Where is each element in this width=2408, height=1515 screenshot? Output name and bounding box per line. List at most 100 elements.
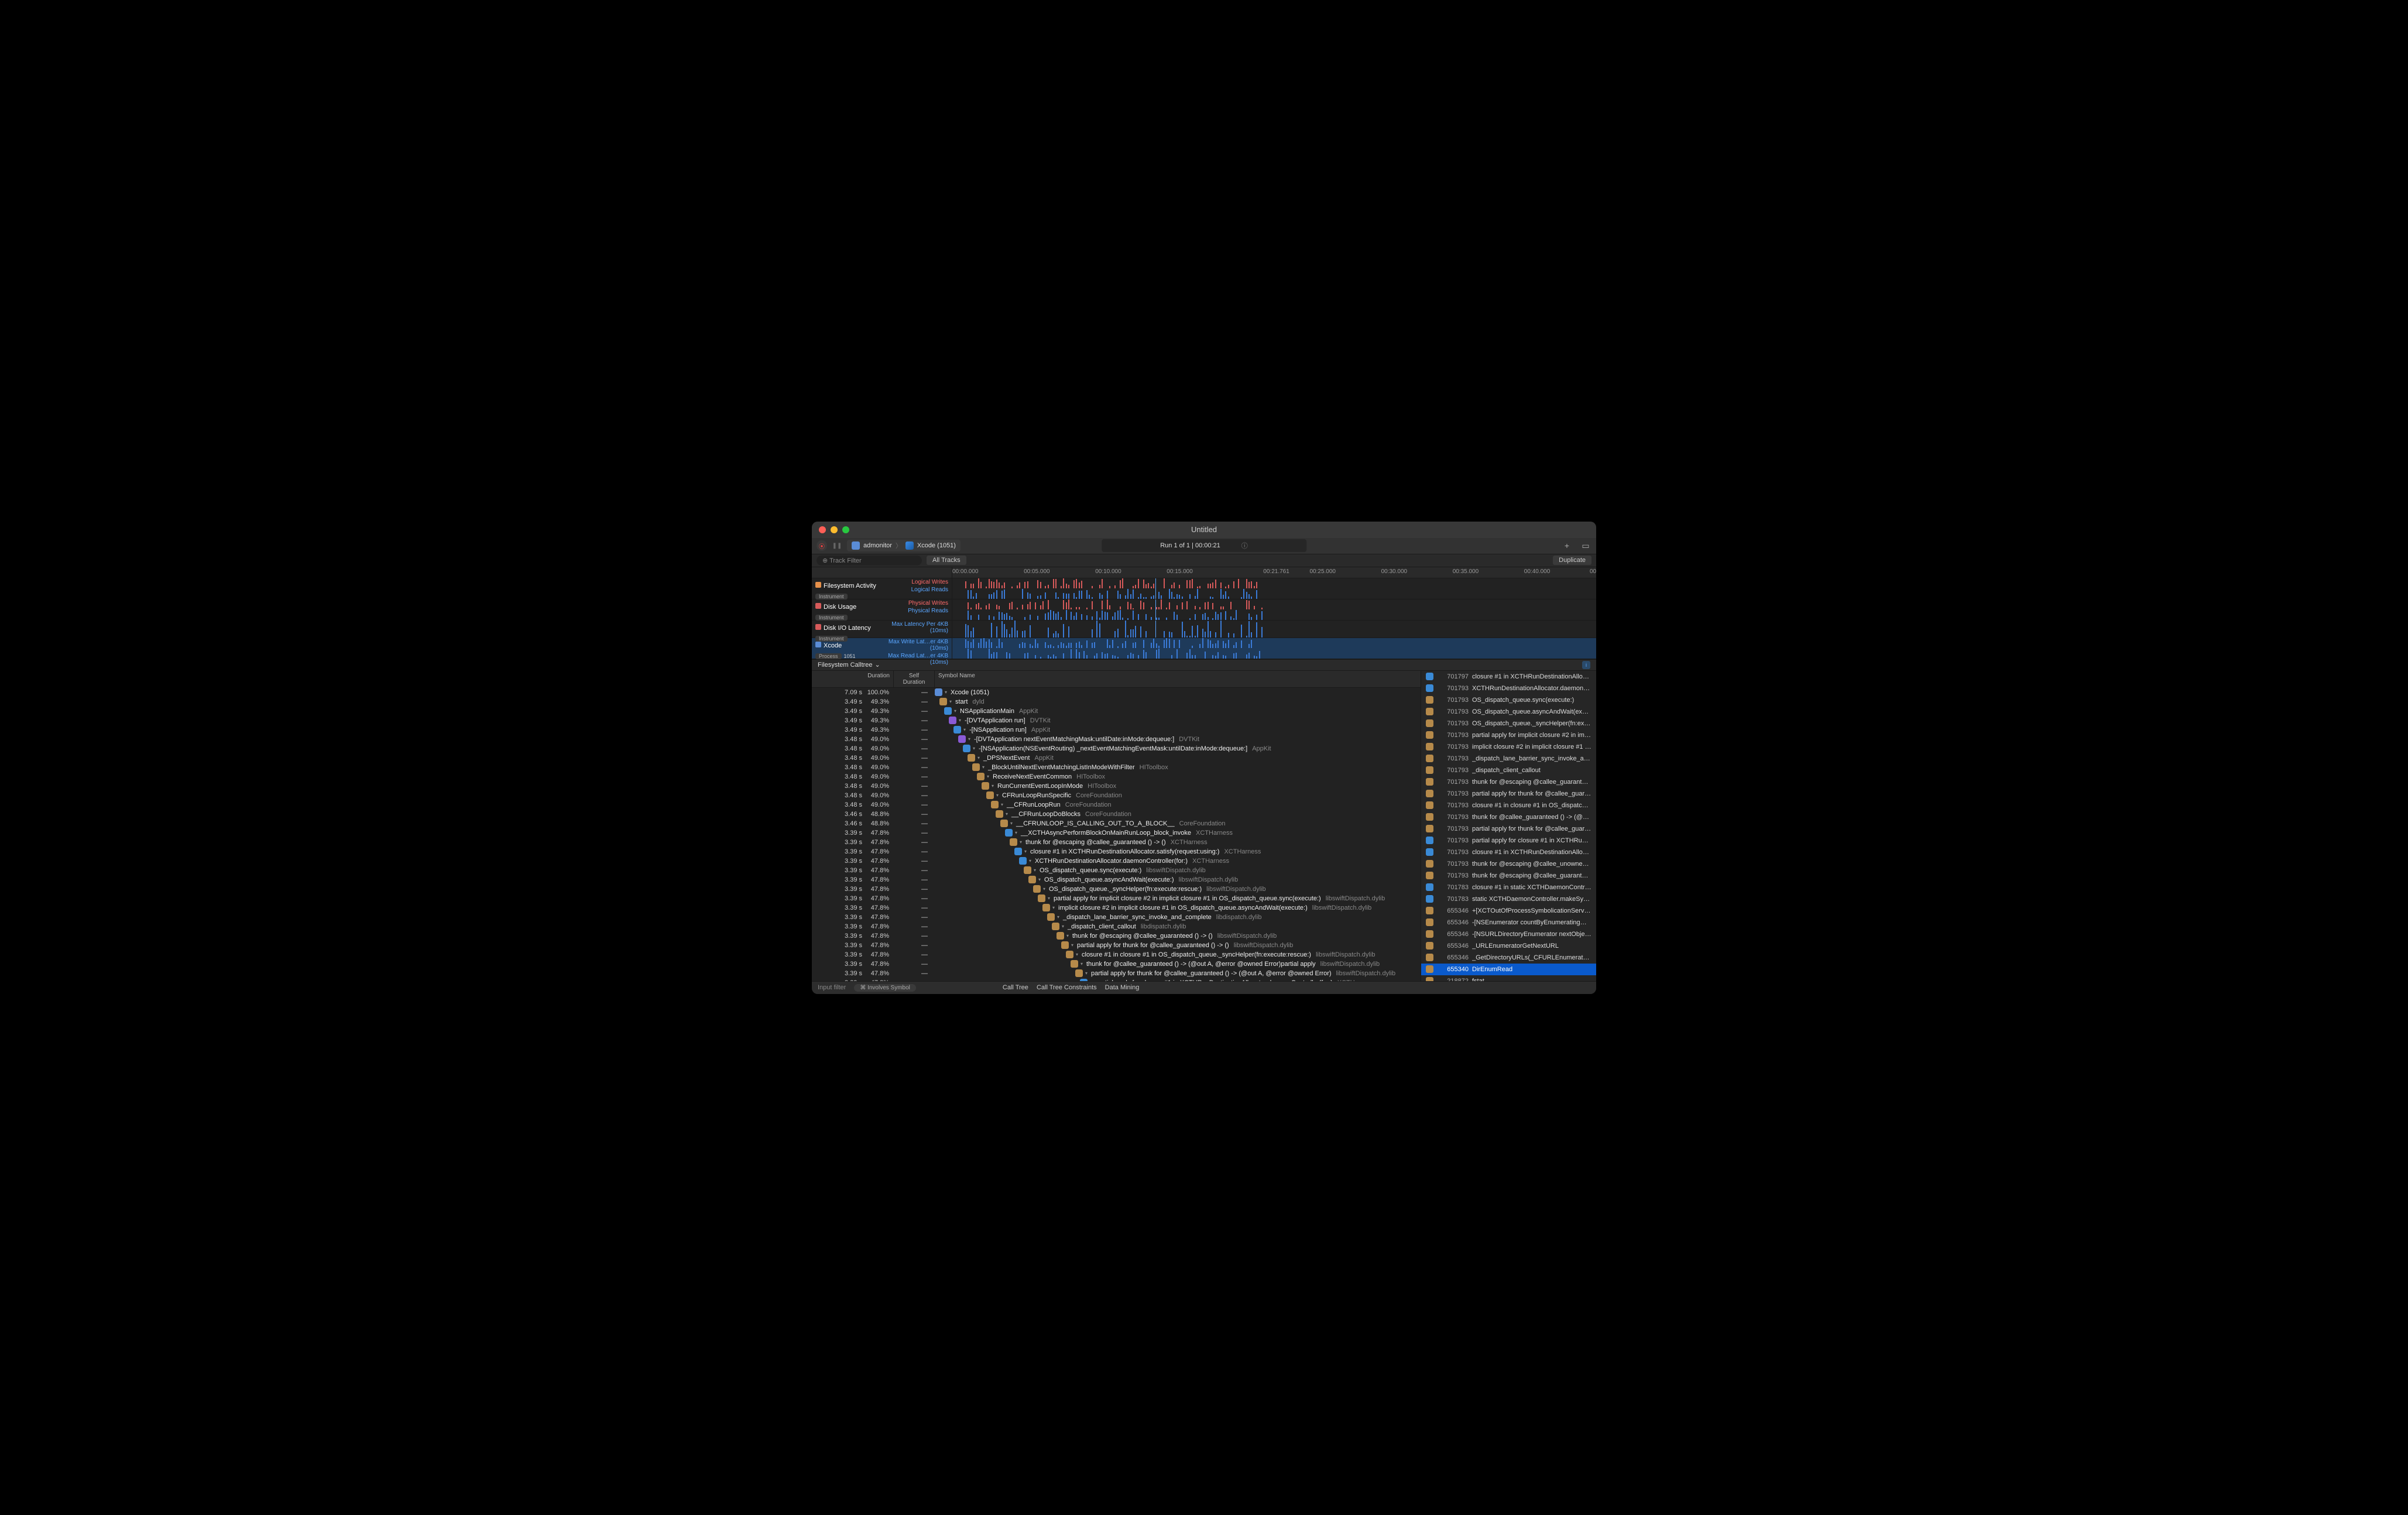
disclosure-triangle[interactable]: ▾ bbox=[1066, 933, 1072, 938]
heaviest-stack-row[interactable]: 701783 closure #1 in static XCTHDaemonCo… bbox=[1421, 882, 1596, 893]
col-self-duration[interactable]: Self Duration bbox=[894, 671, 935, 687]
heaviest-stack-row[interactable]: 655346 -[NSEnumerator countByEnumerating… bbox=[1421, 917, 1596, 928]
heaviest-stack-row[interactable]: 701793 XCTHRunDestinationAllocator.daemo… bbox=[1421, 683, 1596, 694]
col-symbol-name[interactable]: Symbol Name bbox=[935, 671, 1421, 687]
disclosure-triangle[interactable]: ▾ bbox=[1024, 849, 1030, 854]
minimize-button[interactable] bbox=[831, 526, 838, 533]
track-filter-input[interactable]: ⊕ Track Filter bbox=[817, 556, 922, 565]
calltree-row[interactable]: 3.48 s 49.0% — ▾ RunCurrentEventLoopInMo… bbox=[812, 782, 1421, 791]
disclosure-triangle[interactable]: ▾ bbox=[982, 765, 988, 770]
disclosure-triangle[interactable]: ▾ bbox=[996, 793, 1002, 798]
calltree-row[interactable]: 3.48 s 49.0% — ▾ -[DVTApplication nextEv… bbox=[812, 735, 1421, 744]
calltree-row[interactable]: 3.48 s 49.0% — ▾ -[NSApplication(NSEvent… bbox=[812, 744, 1421, 753]
disclosure-triangle[interactable]: ▾ bbox=[1048, 896, 1054, 901]
disclosure-triangle[interactable]: ▾ bbox=[1085, 971, 1091, 976]
disclosure-triangle[interactable]: ▾ bbox=[1020, 839, 1025, 845]
all-tracks-button[interactable]: All Tracks bbox=[927, 556, 966, 565]
calltree-row[interactable]: 3.39 s 47.8% — ▾ thunk for @escaping @ca… bbox=[812, 931, 1421, 941]
inspector-button[interactable]: i bbox=[1582, 661, 1590, 669]
calltree-row[interactable]: 3.48 s 49.0% — ▾ _DPSNextEvent AppKit bbox=[812, 753, 1421, 763]
call-tree-constraints-menu[interactable]: Call Tree Constraints bbox=[1037, 984, 1097, 991]
input-filter[interactable]: Input filter bbox=[818, 984, 846, 991]
run-info[interactable]: Run 1 of 1 | 00:00:21 ⓘ bbox=[1102, 539, 1306, 552]
heaviest-stack-row[interactable]: 701793 partial apply for thunk for @call… bbox=[1421, 788, 1596, 800]
track-filesystem-activity[interactable]: Filesystem ActivityInstrumentLogical Wri… bbox=[812, 578, 952, 599]
col-duration[interactable]: Duration bbox=[812, 671, 894, 687]
calltree-row[interactable]: 3.39 s 47.8% — ▾ partial apply for closu… bbox=[812, 978, 1421, 981]
involves-symbol-toggle[interactable]: ⌘ Involves Symbol bbox=[854, 984, 916, 992]
heaviest-stack-row[interactable]: 655340 DirEnumRead bbox=[1421, 964, 1596, 975]
heaviest-stack-row[interactable]: 701793 _dispatch_lane_barrier_sync_invok… bbox=[1421, 753, 1596, 765]
heaviest-stack-row[interactable]: 655346 +[XCTOutOfProcessSymbolicationSer… bbox=[1421, 905, 1596, 917]
disclosure-triangle[interactable]: ▾ bbox=[1062, 924, 1068, 929]
calltree-row[interactable]: 3.46 s 48.8% — ▾ __CFRunLoopDoBlocks Cor… bbox=[812, 810, 1421, 819]
time-ruler[interactable]: 00:00.00000:05.00000:10.00000:15.00000:2… bbox=[952, 567, 1596, 578]
library-button[interactable]: ▭ bbox=[1580, 541, 1591, 551]
heaviest-stack-row[interactable]: 701793 thunk for @escaping @callee_guara… bbox=[1421, 776, 1596, 788]
heaviest-stack-row[interactable]: 701793 partial apply for thunk for @call… bbox=[1421, 823, 1596, 835]
heaviest-stack-row[interactable]: 655346 _GetDirectoryURLs(_CFURLEnumerato… bbox=[1421, 952, 1596, 964]
track-disk-i-o-latency[interactable]: Disk I/O LatencyInstrumentMax Latency Pe… bbox=[812, 621, 952, 638]
calltree-row[interactable]: 3.48 s 49.0% — ▾ ReceiveNextEventCommon … bbox=[812, 772, 1421, 782]
disclosure-triangle[interactable]: ▾ bbox=[1071, 942, 1077, 948]
heaviest-stack-row[interactable]: 701793 closure #1 in closure #1 in OS_di… bbox=[1421, 800, 1596, 811]
calltree-body[interactable]: 7.09 s 100.0% — ▾ Xcode (1051) 3.49 s 49… bbox=[812, 688, 1421, 981]
disclosure-triangle[interactable]: ▾ bbox=[945, 690, 951, 695]
close-button[interactable] bbox=[819, 526, 826, 533]
calltree-row[interactable]: 3.39 s 47.8% — ▾ thunk for @callee_guara… bbox=[812, 959, 1421, 969]
heaviest-stack-row[interactable]: 701793 OS_dispatch_queue.sync(execute:) bbox=[1421, 694, 1596, 706]
calltree-row[interactable]: 3.39 s 47.8% — ▾ implicit closure #2 in … bbox=[812, 903, 1421, 913]
calltree-row[interactable]: 3.39 s 47.8% — ▾ _dispatch_client_callou… bbox=[812, 922, 1421, 931]
heaviest-stack-row[interactable]: 701797 closure #1 in XCTHRunDestinationA… bbox=[1421, 671, 1596, 683]
zoom-button[interactable] bbox=[842, 526, 849, 533]
disclosure-triangle[interactable]: ▾ bbox=[987, 774, 993, 779]
disclosure-triangle[interactable]: ▾ bbox=[977, 755, 983, 760]
calltree-row[interactable]: 3.39 s 47.8% — ▾ XCTHRunDestinationAlloc… bbox=[812, 856, 1421, 866]
disclosure-triangle[interactable]: ▾ bbox=[1038, 877, 1044, 882]
disclosure-triangle[interactable]: ▾ bbox=[1043, 886, 1049, 892]
disclosure-triangle[interactable]: ▾ bbox=[973, 746, 979, 751]
heaviest-stack-row[interactable]: 701783 static XCTHDaemonController.makeS… bbox=[1421, 893, 1596, 905]
disclosure-triangle[interactable]: ▾ bbox=[949, 699, 955, 704]
heaviest-stack-row[interactable]: 701793 implicit closure #2 in implicit c… bbox=[1421, 741, 1596, 753]
disclosure-triangle[interactable]: ▾ bbox=[1052, 905, 1058, 910]
calltree-row[interactable]: 3.46 s 48.8% — ▾ __CFRUNLOOP_IS_CALLING_… bbox=[812, 819, 1421, 828]
heaviest-stack-row[interactable]: 701793 partial apply for closure #1 in X… bbox=[1421, 835, 1596, 846]
heaviest-stack-row[interactable]: 701793 thunk for @escaping @callee_guara… bbox=[1421, 870, 1596, 882]
disclosure-triangle[interactable]: ▾ bbox=[963, 727, 969, 732]
disclosure-triangle[interactable]: ▾ bbox=[1057, 914, 1063, 920]
heaviest-stack-row[interactable]: 701793 thunk for @callee_guaranteed () -… bbox=[1421, 811, 1596, 823]
calltree-row[interactable]: 3.39 s 47.8% — ▾ __XCTHAsyncPerformBlock… bbox=[812, 828, 1421, 838]
call-tree-menu[interactable]: Call Tree bbox=[1003, 984, 1028, 991]
disclosure-triangle[interactable]: ▾ bbox=[959, 718, 965, 723]
disclosure-triangle[interactable]: ▾ bbox=[1029, 858, 1035, 863]
calltree-row[interactable]: 3.39 s 47.8% — ▾ thunk for @escaping @ca… bbox=[812, 838, 1421, 847]
calltree-row[interactable]: 3.39 s 47.8% — ▾ partial apply for thunk… bbox=[812, 941, 1421, 950]
disclosure-triangle[interactable]: ▾ bbox=[1001, 802, 1007, 807]
calltree-row[interactable]: 3.39 s 47.8% — ▾ OS_dispatch_queue.async… bbox=[812, 875, 1421, 885]
target-process-chip[interactable]: admonitor 〉 Xcode (1051) bbox=[847, 540, 961, 551]
duplicate-button[interactable]: Duplicate bbox=[1553, 556, 1591, 565]
disclosure-triangle[interactable]: ▾ bbox=[968, 736, 974, 742]
calltree-row[interactable]: 3.49 s 49.3% — ▾ -[NSApplication run] Ap… bbox=[812, 725, 1421, 735]
calltree-row[interactable]: 3.49 s 49.3% — ▾ start dyld bbox=[812, 697, 1421, 707]
heaviest-stack-row[interactable]: 701793 OS_dispatch_queue._syncHelper(fn:… bbox=[1421, 718, 1596, 729]
calltree-row[interactable]: 3.39 s 47.8% — ▾ OS_dispatch_queue._sync… bbox=[812, 885, 1421, 894]
track-xcode[interactable]: XcodeProcess1051Max Write Lat…er 4KB (10… bbox=[812, 638, 952, 659]
heaviest-stack-row[interactable]: 701793 closure #1 in XCTHRunDestinationA… bbox=[1421, 846, 1596, 858]
disclosure-triangle[interactable]: ▾ bbox=[1080, 961, 1086, 966]
disclosure-triangle[interactable]: ▾ bbox=[992, 783, 997, 789]
heaviest-stack-row[interactable]: 701793 OS_dispatch_queue.asyncAndWait(ex… bbox=[1421, 706, 1596, 718]
disclosure-triangle[interactable]: ▾ bbox=[1015, 830, 1021, 835]
calltree-row[interactable]: 7.09 s 100.0% — ▾ Xcode (1051) bbox=[812, 688, 1421, 697]
track-graph-area[interactable] bbox=[952, 578, 1596, 659]
heaviest-stack-column[interactable]: 701797 closure #1 in XCTHRunDestinationA… bbox=[1421, 671, 1596, 981]
heaviest-stack-row[interactable]: 701793 thunk for @escaping @callee_unown… bbox=[1421, 858, 1596, 870]
disclosure-triangle[interactable]: ▾ bbox=[1076, 952, 1082, 957]
disclosure-triangle[interactable]: ▾ bbox=[1090, 980, 1096, 981]
track-disk-usage[interactable]: Disk UsageInstrumentPhysical WritesPhysi… bbox=[812, 599, 952, 621]
pause-button[interactable]: ❚❚ bbox=[832, 540, 842, 551]
info-icon[interactable]: ⓘ bbox=[1241, 541, 1248, 550]
disclosure-triangle[interactable]: ▾ bbox=[1010, 821, 1016, 826]
disclosure-triangle[interactable]: ▾ bbox=[1034, 868, 1040, 873]
